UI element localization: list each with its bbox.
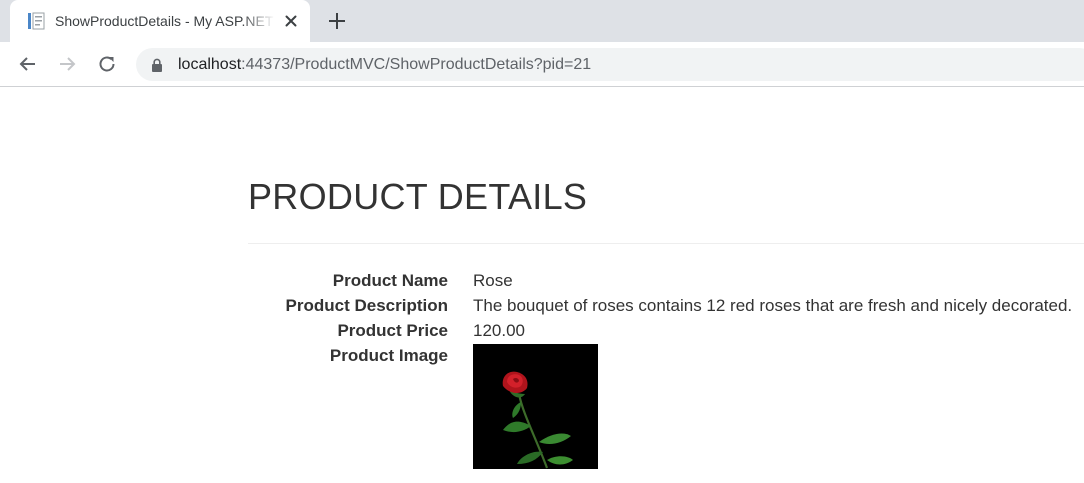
detail-row-description: Product Description The bouquet of roses… bbox=[248, 295, 1084, 320]
field-label: Product Name bbox=[332, 271, 448, 290]
field-label: Product Price bbox=[337, 321, 448, 340]
field-value: 120.00 bbox=[473, 321, 525, 340]
url-host: localhost bbox=[178, 56, 242, 73]
divider bbox=[248, 243, 1084, 244]
tab-title: ShowProductDetails - My ASP.NET Applicat… bbox=[55, 13, 275, 29]
browser-toolbar: localhost:44373/ProductMVC/ShowProductDe… bbox=[0, 42, 1084, 87]
tab-strip: ShowProductDetails - My ASP.NET Applicat… bbox=[0, 0, 1084, 42]
page-title: PRODUCT DETAILS bbox=[248, 176, 588, 217]
detail-row-price: Product Price 120.00 bbox=[248, 320, 1084, 345]
browser-tab[interactable]: ShowProductDetails - My ASP.NET Applicat… bbox=[10, 0, 310, 42]
product-details-list: Product Name Rose Product Description Th… bbox=[248, 270, 1084, 370]
field-label: Product Image bbox=[329, 346, 448, 365]
address-bar[interactable]: localhost:44373/ProductMVC/ShowProductDe… bbox=[136, 48, 1084, 81]
forward-arrow-icon[interactable] bbox=[55, 52, 79, 76]
lock-icon[interactable] bbox=[151, 58, 163, 72]
document-icon bbox=[28, 12, 45, 30]
address-url: localhost:44373/ProductMVC/ShowProductDe… bbox=[178, 55, 591, 75]
field-value: Rose bbox=[473, 271, 513, 290]
url-path: :44373/ProductMVC/ShowProductDetails?pid… bbox=[241, 56, 592, 73]
new-tab-icon[interactable] bbox=[326, 10, 348, 32]
rose-image bbox=[473, 344, 598, 469]
detail-row-image: Product Image bbox=[248, 345, 1084, 370]
detail-row-name: Product Name Rose bbox=[248, 270, 1084, 295]
reload-icon[interactable] bbox=[95, 52, 119, 76]
back-arrow-icon[interactable] bbox=[16, 52, 40, 76]
close-icon[interactable] bbox=[281, 11, 301, 31]
field-value: The bouquet of roses contains 12 red ros… bbox=[473, 296, 1073, 315]
field-label: Product Description bbox=[285, 296, 448, 315]
